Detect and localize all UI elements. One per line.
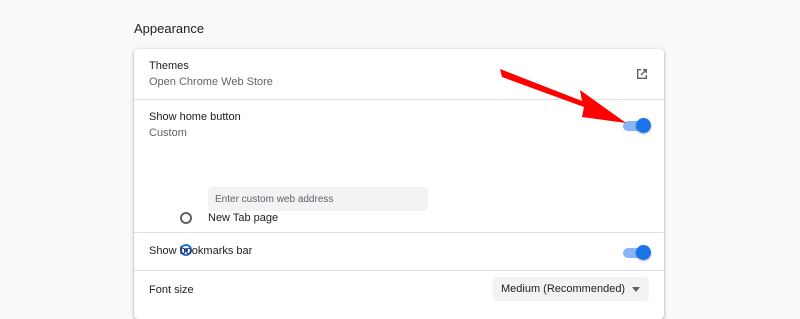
bookmarks-bar-row: Show bookmarks bar [134, 232, 664, 270]
themes-label: Themes [149, 60, 189, 72]
font-size-select[interactable]: Medium (Recommended) [493, 277, 649, 301]
font-size-value: Medium (Recommended) [501, 283, 626, 295]
dropdown-arrow-icon [632, 287, 640, 292]
toggle-knob [636, 118, 651, 133]
toggle-knob [636, 245, 651, 260]
new-tab-page-radio[interactable] [180, 212, 192, 224]
annotation-arrow-icon [500, 69, 626, 123]
home-button-sublabel: Custom [149, 127, 187, 139]
font-size-label: Font size [149, 284, 194, 296]
custom-address-input[interactable] [208, 187, 428, 211]
external-link-icon[interactable] [635, 67, 649, 81]
new-tab-page-label: New Tab page [208, 212, 279, 224]
themes-sublabel: Open Chrome Web Store [149, 76, 273, 88]
home-button-label: Show home button [149, 111, 241, 123]
section-title: Appearance [134, 21, 205, 36]
bookmarks-bar-toggle[interactable] [623, 245, 651, 260]
bookmarks-bar-label: Show bookmarks bar [149, 245, 253, 257]
